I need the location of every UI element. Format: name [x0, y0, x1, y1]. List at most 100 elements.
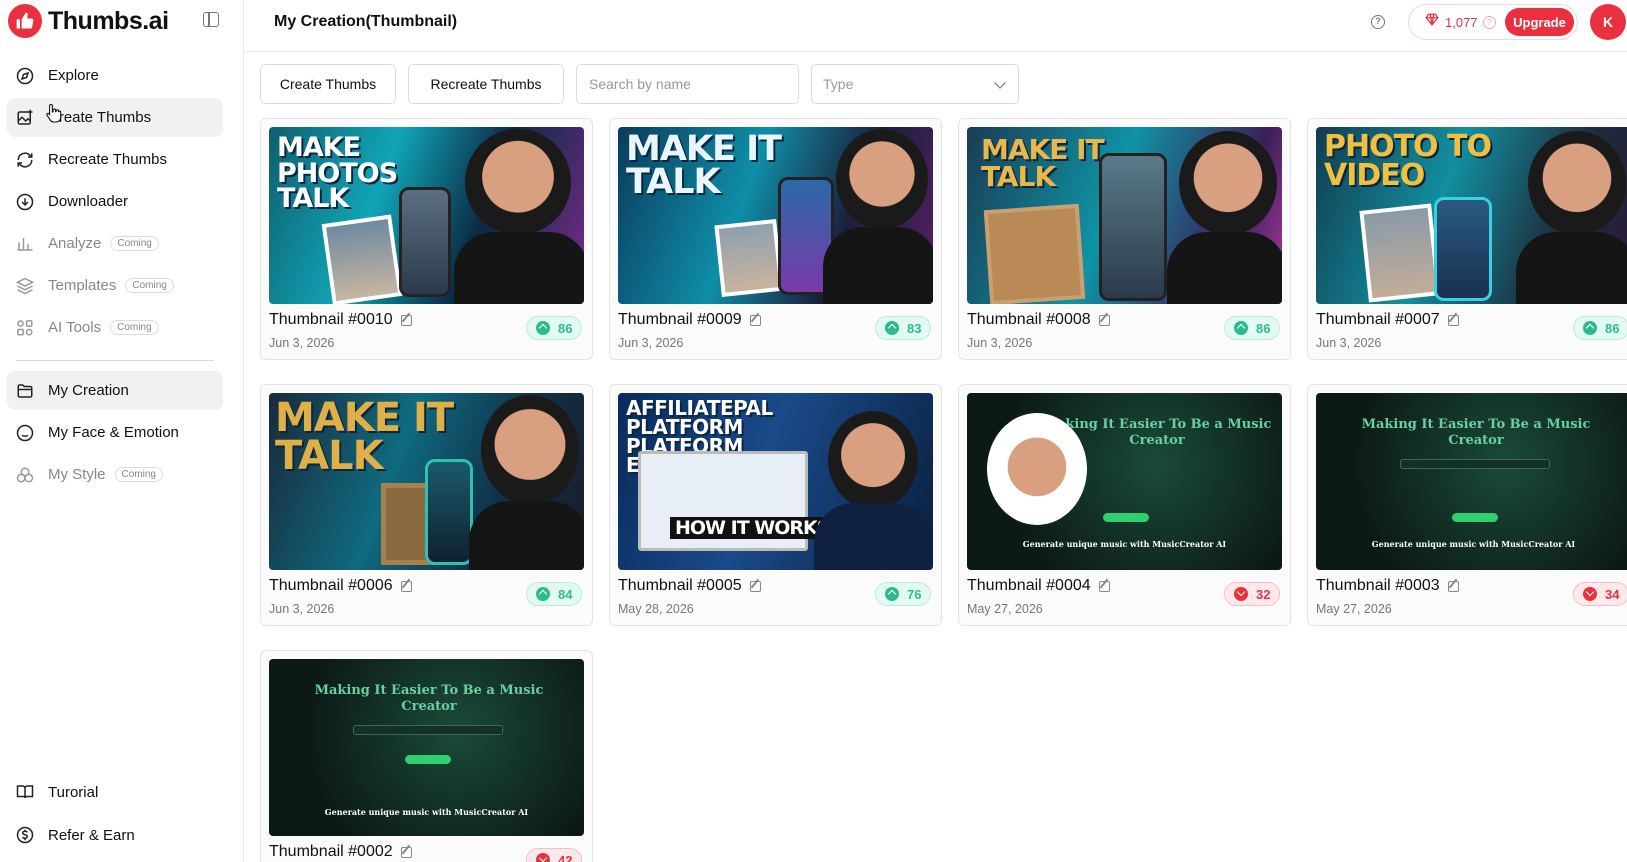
presenter-shirt [469, 501, 584, 570]
search-input[interactable] [576, 64, 799, 104]
thumbnail-image[interactable]: MAKE IT TALK [967, 127, 1282, 304]
edit-icon[interactable] [749, 314, 761, 326]
edit-icon[interactable] [400, 846, 412, 858]
thumbnail-card[interactable]: MAKE IT TALK Thumbnail #0008 Jun 3, 2026… [958, 118, 1291, 360]
card-title: Thumbnail #0007 [1316, 311, 1459, 329]
presenter-shirt [1167, 232, 1282, 304]
card-date: Jun 3, 2026 [967, 336, 1033, 350]
sidebar-item-label: Recreate Thumbs [48, 151, 167, 168]
score-badge: 86 [1573, 316, 1627, 340]
cta-pill [1103, 513, 1149, 522]
edit-icon[interactable] [749, 580, 761, 592]
coming-badge: Coming [110, 236, 159, 251]
score-badge: 84 [526, 582, 582, 606]
card-title: Thumbnail #0004 [967, 577, 1110, 595]
sidebar-item-label: Refer & Earn [48, 826, 135, 844]
edit-icon[interactable] [400, 314, 412, 326]
thumbnail-image[interactable]: Making It Easier To Be a Music Creator G… [269, 659, 584, 836]
thumbnail-card[interactable]: Making It Easier To Be a Music Creator G… [958, 384, 1291, 626]
avatar[interactable]: K [1590, 4, 1626, 40]
sidebar-item-downloader[interactable]: Downloader [7, 182, 223, 221]
sidebar: Thumbs.ai Explore Create Thumbs Recreate… [0, 0, 244, 862]
thumbnail-card[interactable]: Making It Easier To Be a Music Creator G… [260, 650, 593, 862]
upgrade-button[interactable]: Upgrade [1505, 8, 1574, 36]
recreate-thumbs-button[interactable]: Recreate Thumbs [408, 64, 564, 104]
sidebar-divider [16, 360, 214, 361]
thumbnail-image[interactable]: MAKE IT TALK [269, 393, 584, 570]
edit-icon[interactable] [1098, 580, 1110, 592]
card-date: May 27, 2026 [967, 602, 1043, 616]
search-mockup [353, 725, 503, 735]
sidebar-item-my-face-emotion[interactable]: My Face & Emotion [7, 413, 223, 452]
sidebar-item-recreate-thumbs[interactable]: Recreate Thumbs [7, 140, 223, 179]
arrow-up-icon [885, 321, 899, 335]
edit-icon[interactable] [400, 580, 412, 592]
credits-pill[interactable]: 1,077 ? Upgrade [1408, 4, 1578, 40]
sidebar-item-my-style[interactable]: My Style Coming [7, 455, 223, 494]
edit-icon[interactable] [1447, 580, 1459, 592]
sidebar-nav-main: Explore Create Thumbs Recreate Thumbs Do… [7, 56, 223, 350]
edit-icon[interactable] [1447, 314, 1459, 326]
arrow-up-icon [536, 321, 550, 335]
score-value: 76 [907, 586, 922, 602]
dollar-icon [16, 826, 34, 844]
thumbnail-card[interactable]: PHOTO TO VIDEO Thumbnail #0007 Jun 3, 20… [1307, 118, 1627, 360]
score-value: 34 [1605, 586, 1620, 602]
sidebar-item-tutorial[interactable]: Turorial [7, 772, 223, 812]
presenter-face [987, 413, 1087, 525]
score-badge: 42 [526, 848, 582, 862]
coming-badge: Coming [114, 467, 163, 482]
sidebar-item-ai-tools[interactable]: AI Tools Coming [7, 308, 223, 347]
thumbnail-image[interactable]: MAKE IT TALK [618, 127, 933, 304]
card-date: Jun 3, 2026 [1316, 336, 1382, 350]
presenter-shirt [823, 227, 933, 304]
arrow-down-icon [1234, 587, 1248, 601]
diamond-icon [1425, 13, 1439, 31]
palette-icon [16, 466, 34, 484]
create-thumbs-button[interactable]: Create Thumbs [260, 64, 396, 104]
sidebar-item-label: Explore [48, 67, 99, 84]
edit-icon[interactable] [1098, 314, 1110, 326]
presenter-shirt [814, 503, 933, 570]
sidebar-item-my-creation[interactable]: My Creation [7, 371, 223, 410]
score-badge: 86 [1224, 316, 1280, 340]
thumbnail-card[interactable]: AFFILIATEPAL PLATFORM PLATFORM EXPLAINED… [609, 384, 942, 626]
sidebar-collapse-icon[interactable] [203, 12, 219, 27]
card-title-text: Thumbnail #0002 [269, 843, 393, 860]
coming-badge: Coming [125, 278, 174, 293]
sidebar-item-create-thumbs[interactable]: Create Thumbs [7, 98, 223, 137]
sidebar-item-refer-earn[interactable]: Refer & Earn [7, 815, 223, 855]
photo-frame [1359, 203, 1441, 303]
thumbnail-card[interactable]: MAKE IT TALK Thumbnail #0009 Jun 3, 2026… [609, 118, 942, 360]
app: Thumbs.ai Explore Create Thumbs Recreate… [0, 0, 1627, 862]
type-select[interactable]: Type [811, 64, 1019, 104]
thumbnail-headline: Making It Easier To Be a Music Creator [314, 683, 544, 714]
score-value: 84 [558, 586, 573, 602]
grid-icon [16, 319, 34, 337]
sidebar-nav-personal: My Creation My Face & Emotion My Style C… [7, 371, 223, 497]
help-icon[interactable]: ? [1371, 15, 1385, 29]
score-badge: 86 [526, 316, 582, 340]
thumbnail-image[interactable]: MAKE PHOTOS TALK [269, 127, 584, 304]
thumbnail-card[interactable]: Making It Easier To Be a Music Creator G… [1307, 384, 1627, 626]
layers-icon [16, 277, 34, 295]
credits-info-icon[interactable]: ? [1482, 15, 1496, 29]
sidebar-item-explore[interactable]: Explore [7, 56, 223, 95]
sidebar-nav-bottom: Turorial Refer & Earn [7, 772, 223, 858]
brand[interactable]: Thumbs.ai [8, 4, 169, 38]
folder-icon [16, 382, 34, 400]
sidebar-item-label: Analyze [48, 235, 102, 252]
sidebar-item-templates[interactable]: Templates Coming [7, 266, 223, 305]
thumbnail-image[interactable]: PHOTO TO VIDEO [1316, 127, 1627, 304]
card-title: Thumbnail #0009 [618, 311, 761, 329]
thumbnail-image[interactable]: Making It Easier To Be a Music Creator G… [967, 393, 1282, 570]
presenter-face [465, 129, 571, 235]
card-title-text: Thumbnail #0004 [967, 577, 1091, 594]
thumbnail-card[interactable]: MAKE PHOTOS TALK Thumbnail #0010 Jun 3, … [260, 118, 593, 360]
sidebar-item-analyze[interactable]: Analyze Coming [7, 224, 223, 263]
thumbnail-image[interactable]: Making It Easier To Be a Music Creator G… [1316, 393, 1627, 570]
thumbnail-card[interactable]: MAKE IT TALK Thumbnail #0006 Jun 3, 2026… [260, 384, 593, 626]
thumbnail-image[interactable]: AFFILIATEPAL PLATFORM PLATFORM EXPLAINED… [618, 393, 933, 570]
card-date: May 28, 2026 [618, 602, 694, 616]
score-value: 42 [558, 852, 573, 862]
